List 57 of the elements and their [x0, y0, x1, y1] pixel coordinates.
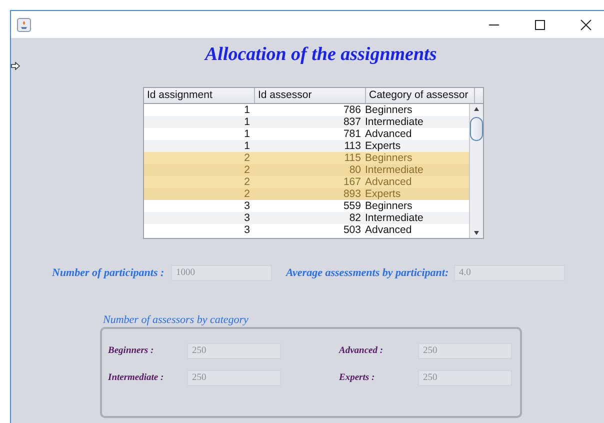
- table-cell-text: 82: [348, 212, 362, 224]
- field-label: Number of participants :: [52, 267, 166, 279]
- app-icon: [17, 18, 31, 32]
- table-row[interactable]: 1 837 Intermediate: [144, 116, 469, 128]
- table-cell-text: 559: [342, 200, 362, 212]
- table-row[interactable]: 2 893 Experts: [144, 188, 469, 200]
- table-row[interactable]: 2 115 Beginners: [144, 152, 469, 164]
- table-cell-text: 837: [342, 116, 362, 128]
- table-cell-text: 1: [243, 140, 251, 152]
- table-row[interactable]: 1 113 Experts: [144, 140, 469, 152]
- field-label: Intermediate :: [108, 373, 165, 383]
- table-cell-text: 1: [243, 128, 251, 140]
- table-cell-text: 2: [243, 176, 251, 188]
- scroll-thumb[interactable]: [470, 117, 483, 141]
- table-cell-text: 113: [343, 140, 362, 152]
- column-header[interactable]: Id assessor: [255, 88, 366, 103]
- field-label: Average assessments by participant:: [286, 267, 450, 279]
- arrow-icon: [11, 62, 20, 70]
- table-cell-text: 3: [243, 200, 251, 212]
- field-label: Experts :: [339, 373, 376, 383]
- table-cell: Advanced: [365, 128, 412, 140]
- table-cell-text: 2: [243, 152, 251, 164]
- table-cell-text: 786: [342, 104, 362, 116]
- table-cell-text: 503: [342, 224, 362, 236]
- table-cell: Experts: [365, 188, 401, 200]
- table-cell: Experts: [365, 140, 401, 152]
- table-cell-text: 3: [243, 224, 251, 236]
- table-cell-text: 1: [243, 116, 251, 128]
- table-cell: Beginners: [365, 152, 412, 164]
- table-cell-text: 80: [348, 164, 362, 176]
- table-cell-text: 115: [343, 152, 362, 164]
- table-cell: Advanced: [365, 176, 412, 188]
- table-cell-text: 1: [243, 104, 251, 116]
- close-icon[interactable]: [580, 18, 592, 30]
- table-row[interactable]: 2 80 Intermediate: [144, 164, 469, 176]
- field-label: Advanced :: [339, 346, 384, 356]
- table-cell: Advanced: [365, 224, 412, 236]
- group-title: Number of assessors by category: [103, 314, 250, 326]
- table-cell: Intermediate: [365, 212, 424, 224]
- table-cell: Intermediate: [365, 164, 424, 176]
- table-cell-text: 2: [243, 164, 251, 176]
- table-cell: Beginners: [365, 200, 412, 212]
- scrollbar[interactable]: [469, 104, 483, 238]
- table-cell-text: 167: [342, 176, 362, 188]
- table-row[interactable]: 2 167 Advanced: [144, 176, 469, 188]
- window-title: Allocation of the assignments: [205, 43, 437, 67]
- table-row[interactable]: 3 82 Intermediate: [144, 212, 469, 224]
- table-cell-text: 893: [342, 188, 362, 200]
- column-header[interactable]: Category of assessor: [366, 88, 475, 103]
- field-label: Beginners :: [108, 346, 155, 356]
- table-cell: Intermediate: [365, 116, 424, 128]
- column-header[interactable]: Id assignment: [144, 88, 255, 103]
- maximize-icon[interactable]: [534, 18, 546, 30]
- table-cell-text: 2: [243, 188, 251, 200]
- table-cell-text: 781: [342, 128, 362, 140]
- table-cell-text: 3: [243, 212, 251, 224]
- table-cell: Beginners: [365, 104, 412, 116]
